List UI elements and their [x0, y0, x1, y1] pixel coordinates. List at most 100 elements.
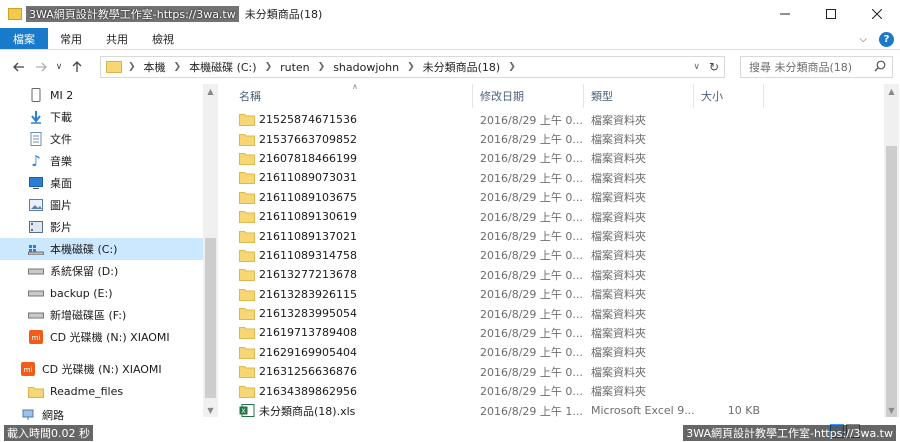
file-row[interactable]: 21613277213678 2016/8/29 上午 0... 檔案資料夾: [232, 265, 882, 284]
nav-item-readme-files[interactable]: Readme_files: [28, 380, 123, 402]
nav-item-drive-d[interactable]: 系統保留 (D:): [28, 260, 118, 282]
folder-icon: [239, 249, 255, 262]
file-name-cell: X 未分類商品(18).xls: [232, 403, 473, 419]
scroll-up-icon[interactable]: ▲: [884, 84, 899, 98]
file-size: 10 KB: [727, 404, 760, 418]
file-name-cell: 21537663709852: [232, 133, 473, 146]
file-row[interactable]: 21611089314758 2016/8/29 上午 0... 檔案資料夾: [232, 246, 882, 265]
chevron-down-icon[interactable]: ∨: [693, 62, 700, 72]
expand-ribbon-icon[interactable]: ⌵: [859, 34, 867, 45]
nav-item-videos[interactable]: 影片: [28, 216, 72, 238]
file-name-cell: 21525874671536: [232, 113, 473, 127]
file-row[interactable]: 21629169905404 2016/8/29 上午 0... 檔案資料夾: [232, 343, 882, 362]
file-row[interactable]: 21611089073031 2016/8/29 上午 0... 檔案資料夾: [232, 168, 882, 187]
navpane-scrollbar[interactable]: ▲ ▼: [203, 84, 218, 417]
folder-icon: [239, 152, 255, 165]
breadcrumb-this-pc[interactable]: 本機: [144, 59, 166, 75]
svg-text:mi: mi: [32, 334, 41, 342]
file-row[interactable]: 21613283926115 2016/8/29 上午 0... 檔案資料夾: [232, 285, 882, 304]
file-date: 2016/8/29 上午 0...: [480, 385, 583, 399]
recent-locations-button[interactable]: ∨: [52, 56, 66, 78]
file-row[interactable]: 21631256636876 2016/8/29 上午 0... 檔案資料夾: [232, 362, 882, 381]
search-input[interactable]: 搜尋 未分類商品(18): [740, 56, 893, 78]
nav-item-downloads[interactable]: 下載: [28, 106, 72, 128]
file-name-cell: 21613283926115: [232, 288, 473, 301]
scroll-down-icon[interactable]: ▼: [203, 403, 218, 417]
file-list-scrollbar[interactable]: ▲ ▼: [884, 84, 899, 417]
scroll-down-icon[interactable]: ▼: [884, 403, 899, 417]
tab-view[interactable]: 檢視: [140, 28, 186, 49]
breadcrumb-shadowjohn[interactable]: shadowjohn: [333, 61, 399, 74]
nav-item-drive-e[interactable]: backup (E:): [28, 282, 113, 304]
column-header-name[interactable]: ∧ 名稱: [232, 82, 473, 108]
column-header-type[interactable]: 類型: [584, 84, 694, 108]
refresh-icon[interactable]: ↻: [709, 60, 719, 74]
xiaomi-icon: mi: [28, 329, 44, 345]
file-name: 21634389862956: [259, 384, 357, 398]
file-row[interactable]: 21525874671536 2016/8/29 上午 0... 檔案資料夾: [232, 110, 882, 129]
file-row[interactable]: 21613283995054 2016/8/29 上午 0... 檔案資料夾: [232, 304, 882, 323]
nav-item-label: MI 2: [50, 88, 74, 102]
nav-item-pictures[interactable]: 圖片: [28, 194, 72, 216]
close-icon: [872, 9, 882, 19]
folder-icon: [239, 133, 255, 146]
chevron-down-icon: ∨: [55, 62, 63, 72]
minimize-button[interactable]: [762, 0, 808, 28]
scroll-up-icon[interactable]: ▲: [203, 84, 218, 98]
scrollbar-thumb[interactable]: [205, 238, 216, 398]
file-row[interactable]: 21611089137021 2016/8/29 上午 0... 檔案資料夾: [232, 226, 882, 245]
nav-item-drive-n-root[interactable]: mi CD 光碟機 (N:) XIAOMI: [20, 358, 162, 380]
nav-item-network[interactable]: 網路: [20, 404, 64, 424]
tab-share[interactable]: 共用: [94, 28, 140, 49]
file-date: 2016/8/29 上午 0...: [480, 210, 583, 224]
nav-item-drive-f[interactable]: 新增磁碟區 (F:): [28, 304, 126, 326]
file-date: 2016/8/29 上午 0...: [480, 307, 583, 321]
phone-icon: [28, 87, 44, 103]
nav-item-desktop[interactable]: 桌面: [28, 172, 72, 194]
file-row[interactable]: 21537663709852 2016/8/29 上午 0... 檔案資料夾: [232, 129, 882, 148]
file-row[interactable]: 21634389862956 2016/8/29 上午 0... 檔案資料夾: [232, 381, 882, 400]
nav-item-mi2[interactable]: MI 2: [28, 84, 73, 106]
help-icon[interactable]: ?: [879, 31, 894, 47]
nav-item-documents[interactable]: 文件: [28, 128, 72, 150]
nav-item-drive-n[interactable]: mi CD 光碟機 (N:) XIAOMI: [28, 326, 170, 348]
breadcrumb-ruten[interactable]: ruten: [280, 61, 310, 74]
column-header-date[interactable]: 修改日期: [473, 84, 584, 108]
file-type: 檔案資料夾: [591, 365, 646, 379]
folder-icon: [239, 114, 255, 127]
file-date: 2016/8/29 上午 0...: [480, 113, 583, 127]
tab-file[interactable]: 檔案: [0, 28, 48, 49]
back-button[interactable]: [8, 56, 30, 78]
column-header-size[interactable]: 大小: [694, 84, 764, 108]
nav-item-label: 本機磁碟 (C:): [50, 243, 118, 256]
forward-button[interactable]: [30, 56, 52, 78]
folder-icon[interactable]: [8, 8, 22, 20]
nav-item-music[interactable]: ♪ 音樂: [28, 150, 72, 172]
file-row[interactable]: X 未分類商品(18).xls 2016/8/29 上午 1... Microsoft…: [232, 401, 882, 420]
file-row[interactable]: 21611089130619 2016/8/29 上午 0... 檔案資料夾: [232, 207, 882, 226]
chevron-right-icon: ❯: [173, 62, 182, 72]
scrollbar-thumb[interactable]: [886, 146, 897, 417]
nav-item-drive-c[interactable]: 本機磁碟 (C:): [0, 238, 203, 260]
breadcrumb-local-disk[interactable]: 本機磁碟 (C:): [189, 59, 256, 75]
nav-item-label: 網路: [42, 409, 64, 422]
minimize-icon: [780, 13, 790, 15]
file-row[interactable]: 21619713789408 2016/8/29 上午 0... 檔案資料夾: [232, 323, 882, 342]
column-header-label: 類型: [591, 90, 613, 103]
breadcrumb-current[interactable]: 未分類商品(18): [423, 59, 501, 75]
close-button[interactable]: [854, 0, 900, 28]
file-row[interactable]: 21607818466199 2016/8/29 上午 0... 檔案資料夾: [232, 149, 882, 168]
up-button[interactable]: [66, 56, 88, 78]
address-bar[interactable]: ❯ 本機 ❯ 本機磁碟 (C:) ❯ ruten ❯ shadowjohn ❯ …: [100, 56, 725, 78]
file-row[interactable]: 21611089103675 2016/8/29 上午 0... 檔案資料夾: [232, 188, 882, 207]
file-type: 檔案資料夾: [591, 113, 646, 127]
folder-icon: [239, 385, 255, 398]
chevron-right-icon: ❯: [264, 62, 273, 72]
tab-home[interactable]: 常用: [48, 28, 94, 49]
file-name: 21631256636876: [259, 365, 357, 379]
folder-icon: [239, 346, 255, 359]
folder-icon: [239, 191, 255, 204]
maximize-button[interactable]: [808, 0, 854, 28]
nav-item-label: 桌面: [50, 177, 72, 190]
folder-icon: [239, 211, 255, 224]
